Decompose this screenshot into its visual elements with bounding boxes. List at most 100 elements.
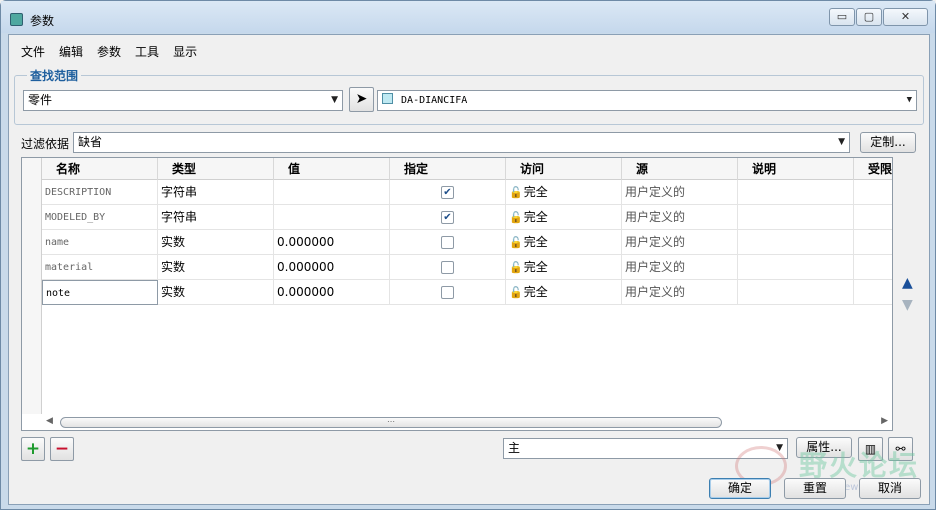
cell-source[interactable]: 用户定义的 [622, 230, 738, 255]
cell-access[interactable]: 🔓完全 [506, 180, 622, 205]
cell-value[interactable] [274, 180, 390, 205]
cell-restricted[interactable] [854, 230, 892, 255]
cell-restricted[interactable] [854, 280, 892, 305]
col-type[interactable]: 类型 [158, 158, 274, 180]
col-value[interactable]: 值 [274, 158, 390, 180]
table-row[interactable]: DESCRIPTION 字符串 ✔ 🔓完全 用户定义的 [22, 180, 892, 205]
ok-button[interactable]: 确定 [709, 478, 771, 499]
cell-description[interactable] [738, 280, 854, 305]
menu-tools[interactable]: 工具 [135, 43, 159, 63]
access-value: 完全 [523, 210, 548, 224]
cell-source[interactable]: 用户定义的 [622, 180, 738, 205]
table-row[interactable]: note 实数 0.000000 🔓完全 用户定义的 [22, 280, 892, 305]
cell-access[interactable]: 🔓完全 [506, 205, 622, 230]
part-icon [382, 93, 393, 104]
maximize-button[interactable]: ▢ [856, 8, 882, 26]
access-value: 完全 [523, 285, 548, 299]
menu-display[interactable]: 显示 [173, 43, 197, 63]
scroll-left-icon[interactable]: ◀ [46, 416, 53, 426]
table-row[interactable]: name 实数 0.000000 🔓完全 用户定义的 [22, 230, 892, 255]
cell-type[interactable]: 实数 [158, 230, 274, 255]
pick-pointer-button[interactable]: ➤ [349, 87, 374, 112]
cell-description[interactable] [738, 180, 854, 205]
designated-checkbox[interactable]: ✔ [441, 211, 454, 224]
chevron-down-icon: ▼ [906, 95, 912, 105]
col-name[interactable]: 名称 [42, 158, 158, 180]
lock-icon: 🔓 [509, 261, 523, 274]
cell-description[interactable] [738, 205, 854, 230]
table-row[interactable]: MODELED_BY 字符串 ✔ 🔓完全 用户定义的 [22, 205, 892, 230]
cell-description[interactable] [738, 230, 854, 255]
menu-bar: 文件 编辑 参数 工具 显示 [21, 43, 197, 63]
lock-icon: 🔓 [509, 236, 523, 249]
delete-parameter-button[interactable]: − [50, 437, 74, 461]
scope-type-select[interactable]: 零件 ▼ [23, 90, 343, 111]
cell-name[interactable]: MODELED_BY [42, 205, 158, 230]
col-description[interactable]: 说明 [738, 158, 854, 180]
cell-name-editing[interactable]: note [42, 280, 158, 305]
filter-select[interactable]: 缺省 ▼ [73, 132, 850, 153]
cell-access[interactable]: 🔓完全 [506, 280, 622, 305]
lock-icon: 🔓 [509, 286, 523, 299]
designated-checkbox[interactable] [441, 286, 454, 299]
horizontal-scrollbar[interactable]: ◀ ⋯ ▶ [42, 414, 892, 430]
close-button[interactable]: ✕ [883, 8, 928, 26]
cell-name[interactable]: material [42, 255, 158, 280]
cell-type[interactable]: 字符串 [158, 205, 274, 230]
cell-source[interactable]: 用户定义的 [622, 255, 738, 280]
cell-value[interactable] [274, 205, 390, 230]
main-select-value: 主 [508, 441, 521, 455]
access-value: 完全 [523, 235, 548, 249]
cell-value[interactable]: 0.000000 [274, 280, 390, 305]
cancel-button[interactable]: 取消 [859, 478, 921, 499]
designated-checkbox[interactable]: ✔ [441, 186, 454, 199]
col-source[interactable]: 源 [622, 158, 738, 180]
scope-label: 查找范围 [27, 67, 82, 84]
reset-button[interactable]: 重置 [784, 478, 846, 499]
designated-checkbox[interactable] [441, 236, 454, 249]
minimize-button[interactable]: ▭ [829, 8, 855, 26]
access-value: 完全 [523, 185, 548, 199]
cell-value[interactable]: 0.000000 [274, 255, 390, 280]
access-value: 完全 [523, 260, 548, 274]
cell-access[interactable]: 🔓完全 [506, 255, 622, 280]
cell-source[interactable]: 用户定义的 [622, 280, 738, 305]
app-icon [10, 13, 23, 26]
cell-source[interactable]: 用户定义的 [622, 205, 738, 230]
add-parameter-button[interactable]: + [21, 437, 45, 461]
scroll-right-icon[interactable]: ▶ [881, 416, 888, 426]
cell-restricted[interactable] [854, 255, 892, 280]
minus-icon: − [54, 439, 70, 459]
cell-name[interactable]: DESCRIPTION [42, 180, 158, 205]
col-access[interactable]: 访问 [506, 158, 622, 180]
lock-icon: 🔓 [509, 186, 523, 199]
scroll-thumb[interactable]: ⋯ [60, 417, 722, 428]
table-header: 名称 类型 值 指定 访问 源 说明 受限 [22, 158, 892, 180]
cell-access[interactable]: 🔓完全 [506, 230, 622, 255]
parameters-window: 参数 ▭ ▢ ✕ 文件 编辑 参数 工具 显示 查找范围 零件 ▼ ➤ DA-D… [0, 0, 936, 510]
menu-edit[interactable]: 编辑 [59, 43, 83, 63]
move-down-icon[interactable]: ▼ [902, 297, 913, 313]
customize-button[interactable]: 定制... [860, 132, 916, 153]
cursor-arrow-icon: ➤ [355, 91, 368, 107]
move-up-icon[interactable]: ▲ [902, 275, 913, 291]
chevron-down-icon: ▼ [838, 137, 845, 147]
col-restricted[interactable]: 受限 [854, 158, 892, 180]
parameters-table: 名称 类型 值 指定 访问 源 说明 受限 DESCRIPTION 字符串 ✔ … [21, 157, 893, 431]
col-designated[interactable]: 指定 [390, 158, 506, 180]
cell-type[interactable]: 实数 [158, 280, 274, 305]
filter-label: 过滤依据 [21, 137, 70, 151]
dialog-client: 文件 编辑 参数 工具 显示 查找范围 零件 ▼ ➤ DA-DIANCIFA ▼… [8, 34, 930, 505]
cell-value[interactable]: 0.000000 [274, 230, 390, 255]
cell-name[interactable]: name [42, 230, 158, 255]
cell-restricted[interactable] [854, 205, 892, 230]
cell-type[interactable]: 字符串 [158, 180, 274, 205]
table-row[interactable]: material 实数 0.000000 🔓完全 用户定义的 [22, 255, 892, 280]
menu-file[interactable]: 文件 [21, 43, 45, 63]
designated-checkbox[interactable] [441, 261, 454, 274]
model-select[interactable]: DA-DIANCIFA ▼ [377, 90, 917, 111]
menu-parameters[interactable]: 参数 [97, 43, 121, 63]
cell-type[interactable]: 实数 [158, 255, 274, 280]
cell-description[interactable] [738, 255, 854, 280]
cell-restricted[interactable] [854, 180, 892, 205]
